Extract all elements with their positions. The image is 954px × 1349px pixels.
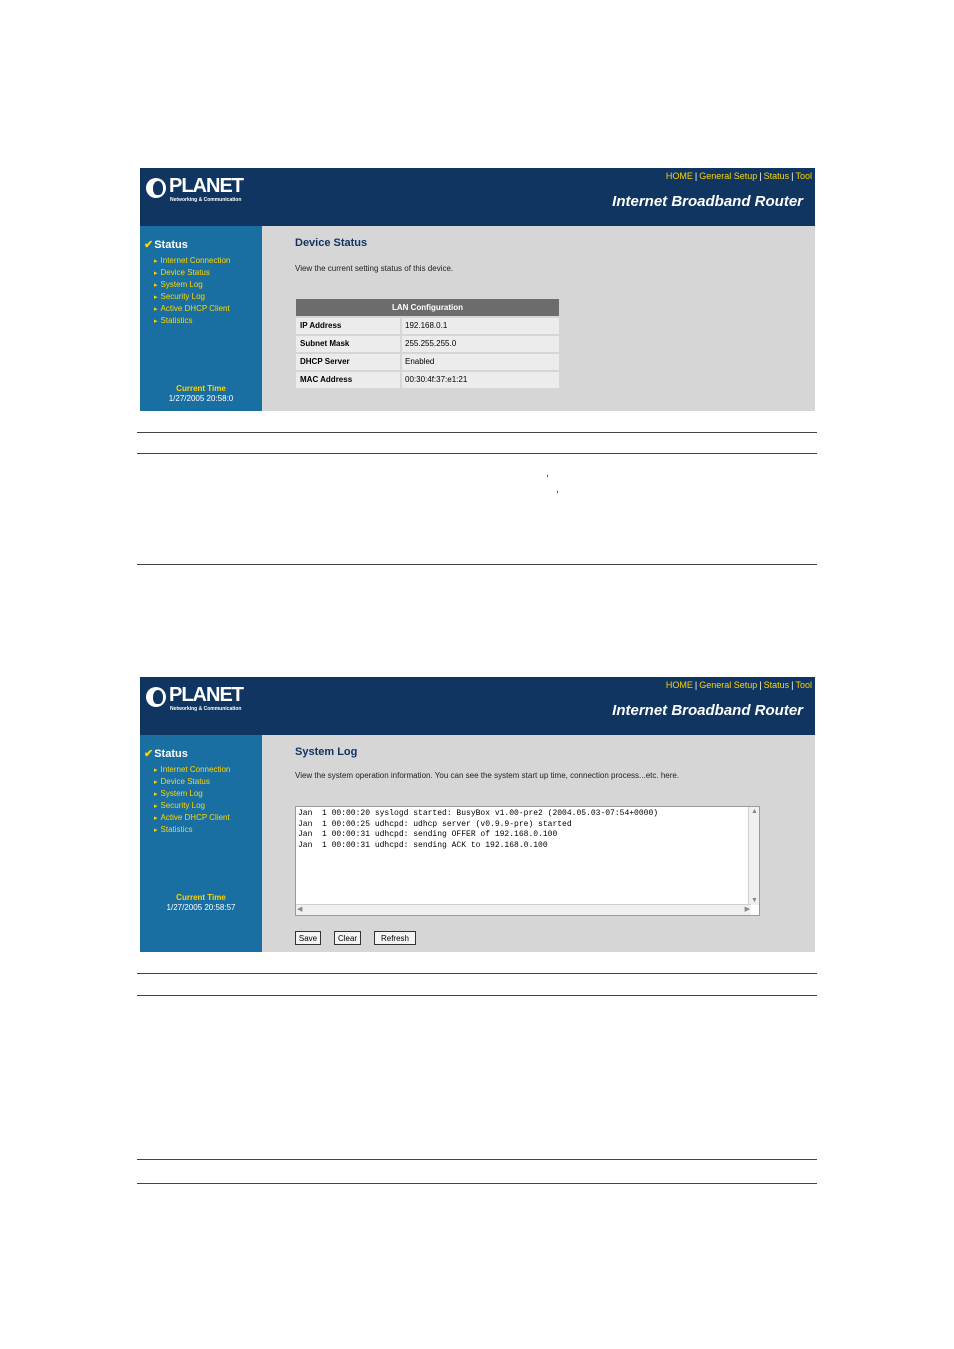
- sidebar-title[interactable]: ✔Status: [144, 238, 188, 251]
- check-icon: ✔: [144, 748, 154, 760]
- save-button[interactable]: Save: [295, 931, 321, 945]
- scroll-down-icon[interactable]: ▼: [751, 897, 758, 904]
- sidebar-menu: Internet Connection Device Status System…: [154, 764, 231, 836]
- device-status-screenshot: PLANET Networking & Communication HOME | G…: [140, 168, 815, 411]
- divider: [137, 995, 817, 996]
- nav-status[interactable]: Status: [764, 171, 790, 181]
- planet-logo-icon: [146, 178, 166, 198]
- sidebar-item-device-status[interactable]: Device Status: [154, 267, 230, 279]
- log-line: Jan 1 00:00:31 udhcpd: sending OFFER of …: [298, 830, 558, 839]
- lan-row-mac: MAC Address 00:30:4f:37:e1:21: [296, 372, 559, 388]
- planet-logo: PLANET Networking & Communication: [146, 175, 246, 210]
- vertical-scrollbar[interactable]: ▲ ▼: [748, 807, 759, 905]
- check-icon: ✔: [144, 239, 154, 251]
- page-description: View the system operation information. Y…: [295, 771, 680, 780]
- system-log-textarea[interactable]: Jan 1 00:00:20 syslogd started: BusyBox …: [295, 806, 760, 916]
- logo-text: PLANET: [169, 684, 244, 706]
- current-time: 1/27/2005 20:58:57: [166, 903, 236, 912]
- sidebar-item-security-log[interactable]: Security Log: [154, 291, 230, 303]
- sidebar-title-label: Status: [154, 239, 188, 251]
- lan-value: 255.255.255.0: [402, 336, 559, 352]
- divider: [137, 432, 817, 433]
- planet-logo: PLANET Networking & Communication: [146, 684, 246, 719]
- nav-tool[interactable]: Tool: [795, 680, 812, 690]
- sidebar-item-statistics[interactable]: Statistics: [154, 824, 230, 836]
- log-line: Jan 1 00:00:25 udhcpd: udhcp server (v0.…: [298, 819, 572, 829]
- logo-text: PLANET: [169, 175, 244, 197]
- sidebar-item-device-status[interactable]: Device Status: [154, 776, 230, 788]
- lan-label: Subnet Mask: [296, 336, 400, 352]
- nav-home[interactable]: HOME: [666, 171, 693, 181]
- divider: [137, 973, 817, 974]
- horizontal-scrollbar[interactable]: ◀ ▶: [296, 904, 751, 915]
- log-lines: Jan 1 00:00:20 syslogd started: BusyBox …: [298, 809, 658, 851]
- logo-subtext: Networking & Communication: [170, 197, 242, 203]
- divider: [137, 453, 817, 454]
- nav-status[interactable]: Status: [764, 680, 790, 690]
- lan-config-header: LAN Configuration: [296, 299, 559, 316]
- top-nav: HOME | General Setup | Status | Tool: [665, 171, 812, 181]
- sidebar-item-statistics[interactable]: Statistics: [154, 315, 230, 327]
- sidebar-item-active-dhcp-client[interactable]: Active DHCP Client: [154, 812, 230, 824]
- log-line: Jan 1 00:00:31 udhcpd: sending ACK to 19…: [298, 840, 548, 850]
- page-title: System Log: [295, 746, 358, 758]
- clear-button[interactable]: Clear: [334, 931, 361, 945]
- divider: [137, 1183, 817, 1184]
- sidebar: ✔Status Internet Connection Device Statu…: [140, 735, 262, 952]
- scroll-up-icon[interactable]: ▲: [751, 808, 758, 815]
- nav-general-setup[interactable]: General Setup: [699, 680, 757, 690]
- sidebar-item-active-dhcp-client[interactable]: Active DHCP Client: [154, 303, 230, 315]
- top-nav: HOME | General Setup | Status | Tool: [665, 680, 812, 690]
- lan-value: 00:30:4f:37:e1:21: [402, 372, 559, 388]
- sidebar-item-system-log[interactable]: System Log: [154, 788, 230, 800]
- page-description: View the current setting status of this …: [295, 264, 454, 273]
- lan-value: 192.168.0.1: [402, 318, 559, 334]
- planet-logo-icon: [146, 687, 166, 707]
- logo-subtext: Networking & Communication: [170, 706, 242, 712]
- lan-label: MAC Address: [296, 372, 400, 388]
- lan-row-dhcp: DHCP Server Enabled: [296, 354, 559, 370]
- scroll-right-icon[interactable]: ▶: [745, 905, 750, 913]
- nav-home[interactable]: HOME: [666, 680, 693, 690]
- lan-row-ip: IP Address 192.168.0.1: [296, 318, 559, 334]
- refresh-button[interactable]: Refresh: [374, 931, 416, 945]
- nav-general-setup[interactable]: General Setup: [699, 171, 757, 181]
- log-line: Jan 1 00:00:20 syslogd started: BusyBox …: [298, 809, 659, 818]
- sidebar: ✔Status Internet Connection Device Statu…: [140, 226, 262, 411]
- current-time-label: Current Time: [176, 893, 226, 902]
- divider: [137, 564, 817, 565]
- router-title: Internet Broadband Router: [612, 702, 803, 719]
- lan-label: IP Address: [296, 318, 400, 334]
- sidebar-title-label: Status: [154, 748, 188, 760]
- sidebar-menu: Internet Connection Device Status System…: [154, 255, 231, 327]
- sidebar-item-internet-connection[interactable]: Internet Connection: [154, 255, 231, 267]
- stray-mark: ,: [546, 468, 549, 479]
- sidebar-item-system-log[interactable]: System Log: [154, 279, 230, 291]
- stray-mark: ,: [556, 484, 559, 495]
- header: PLANET Networking & Communication HOME | G…: [140, 677, 815, 735]
- divider: [137, 1159, 817, 1160]
- lan-row-subnet: Subnet Mask 255.255.255.0: [296, 336, 559, 352]
- current-time-label: Current Time: [176, 384, 226, 393]
- system-log-screenshot: PLANET Networking & Communication HOME | G…: [140, 677, 815, 952]
- lan-value: Enabled: [402, 354, 559, 370]
- lan-label: DHCP Server: [296, 354, 400, 370]
- page-title: Device Status: [295, 237, 368, 249]
- current-time: 1/27/2005 20:58:0: [168, 394, 234, 403]
- router-title: Internet Broadband Router: [612, 193, 803, 210]
- header: PLANET Networking & Communication HOME | G…: [140, 168, 815, 226]
- scroll-left-icon[interactable]: ◀: [297, 905, 302, 913]
- sidebar-item-internet-connection[interactable]: Internet Connection: [154, 764, 231, 776]
- nav-tool[interactable]: Tool: [795, 171, 812, 181]
- sidebar-item-security-log[interactable]: Security Log: [154, 800, 230, 812]
- sidebar-title[interactable]: ✔Status: [144, 747, 188, 760]
